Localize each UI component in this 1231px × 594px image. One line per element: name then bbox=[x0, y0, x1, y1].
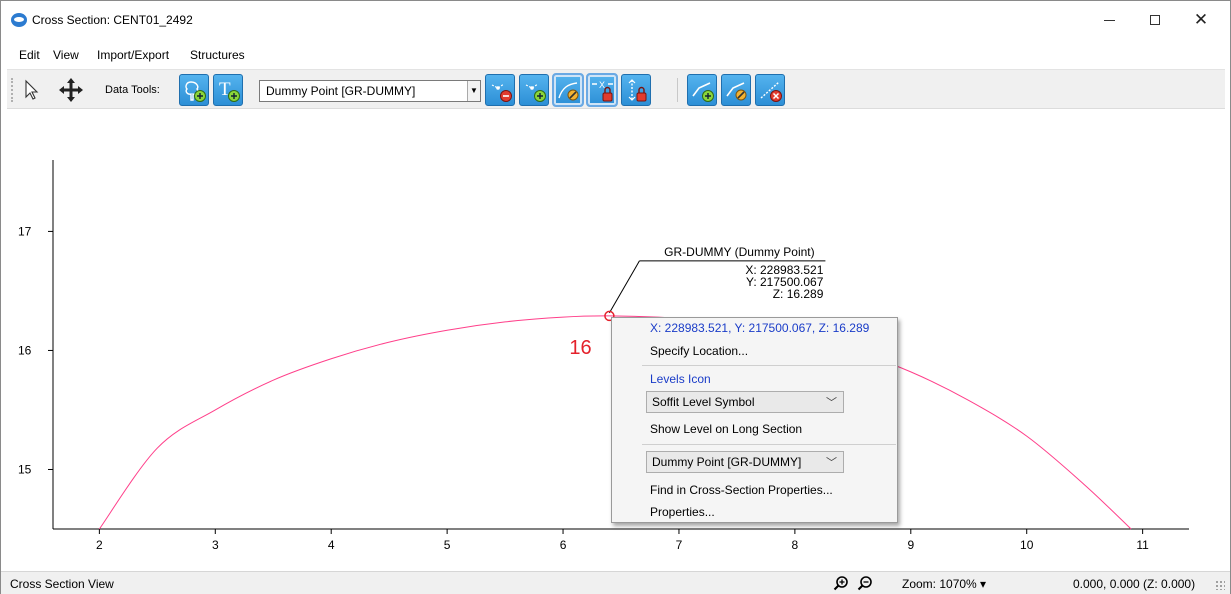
zoom-level-dropdown[interactable]: Zoom: 1070% ▾ bbox=[902, 577, 986, 591]
edit-point-button[interactable] bbox=[552, 73, 584, 107]
x-tick-label: 2 bbox=[96, 538, 103, 552]
selected-point-level-label: 16 bbox=[569, 337, 591, 359]
add-point-icon bbox=[525, 83, 546, 102]
minimize-icon bbox=[1103, 19, 1115, 21]
menu-structures[interactable]: Structures bbox=[190, 48, 245, 62]
maximize-button[interactable] bbox=[1133, 7, 1177, 33]
add-text-button[interactable]: T bbox=[213, 74, 243, 106]
zoom-in-icon[interactable] bbox=[833, 575, 849, 591]
x-tick-label: 11 bbox=[1136, 538, 1149, 552]
ctx-level-symbol-dropdown[interactable]: Soffit Level Symbol ﹀ bbox=[646, 391, 844, 413]
x-tick-label: 10 bbox=[1020, 538, 1034, 552]
select-arrow-icon[interactable] bbox=[18, 76, 46, 104]
delete-point-button[interactable] bbox=[485, 74, 515, 106]
ctx-specify-location[interactable]: Specify Location... bbox=[650, 344, 748, 358]
add-line-button[interactable] bbox=[687, 74, 717, 106]
delete-line-icon bbox=[760, 81, 782, 102]
lock-vertical-button[interactable] bbox=[621, 74, 651, 106]
point-context-menu: X: 228983.521, Y: 217500.067, Z: 16.289 … bbox=[611, 317, 898, 523]
edit-line-button[interactable] bbox=[721, 74, 751, 106]
menu-edit[interactable]: Edit bbox=[19, 48, 40, 62]
x-tick-label: 7 bbox=[676, 538, 683, 552]
x-tick-label: 5 bbox=[444, 538, 451, 552]
delete-line-button[interactable] bbox=[755, 74, 785, 106]
point-type-dropdown[interactable]: Dummy Point [GR-DUMMY] ▼ bbox=[259, 80, 481, 102]
add-tree-point-button[interactable] bbox=[179, 74, 209, 106]
annotation-z-value: Z: 16.289 bbox=[773, 287, 824, 301]
status-bar: Cross Section View Zoom: 1070% ▾ 0.000, … bbox=[1, 571, 1230, 594]
y-tick-label: 16 bbox=[18, 343, 32, 357]
ctx-coordinates[interactable]: X: 228983.521, Y: 217500.067, Z: 16.289 bbox=[650, 321, 869, 335]
annotation-title: GR-DUMMY (Dummy Point) bbox=[664, 245, 814, 259]
zoom-out-icon[interactable] bbox=[857, 575, 873, 591]
add-line-icon bbox=[692, 82, 714, 102]
status-view-name: Cross Section View bbox=[10, 577, 114, 591]
ctx-show-level-long-section[interactable]: Show Level on Long Section bbox=[650, 422, 802, 436]
point-type-value: Dummy Point [GR-DUMMY] bbox=[266, 84, 416, 98]
lock-horizontal-icon: X bbox=[592, 80, 613, 102]
data-tools-label: Data Tools: bbox=[105, 84, 160, 96]
ctx-point-type-dropdown[interactable]: Dummy Point [GR-DUMMY] ﹀ bbox=[646, 451, 844, 473]
window-title: Cross Section: CENT01_2492 bbox=[32, 13, 193, 27]
close-button[interactable]: ✕ bbox=[1179, 7, 1223, 33]
context-menu-gutter bbox=[612, 318, 640, 522]
menu-view[interactable]: View bbox=[53, 48, 79, 62]
ctx-level-symbol-value: Soffit Level Symbol bbox=[652, 395, 755, 409]
ctx-levels-icon-heading: Levels Icon bbox=[650, 372, 711, 386]
svg-text:X: X bbox=[599, 80, 605, 90]
chevron-down-icon: ▼ bbox=[467, 81, 480, 101]
menu-bar: Edit View Import/Export Structures bbox=[1, 45, 1230, 65]
y-tick-label: 17 bbox=[18, 224, 32, 238]
x-tick-label: 3 bbox=[212, 538, 219, 552]
edit-point-icon bbox=[558, 82, 579, 101]
x-tick-label: 9 bbox=[907, 538, 914, 552]
add-point-button[interactable] bbox=[519, 74, 549, 106]
delete-point-icon bbox=[491, 83, 512, 102]
chevron-down-icon: ﹀ bbox=[826, 457, 837, 469]
x-tick-label: 6 bbox=[560, 538, 567, 552]
title-bar[interactable]: Cross Section: CENT01_2492 ✕ bbox=[1, 1, 1230, 39]
ctx-properties[interactable]: Properties... bbox=[650, 505, 715, 519]
x-tick-group: 2 3 4 5 6 7 8 9 10 11 bbox=[96, 529, 1149, 552]
add-text-icon: T bbox=[219, 79, 240, 102]
y-tick-group: 15 16 17 bbox=[18, 224, 53, 476]
add-tree-point-icon bbox=[185, 81, 206, 102]
x-tick-label: 4 bbox=[328, 538, 335, 552]
toolbar-grip[interactable] bbox=[11, 78, 14, 102]
pan-move-icon[interactable] bbox=[57, 76, 85, 104]
ctx-separator bbox=[642, 365, 896, 366]
close-icon: ✕ bbox=[1193, 10, 1209, 29]
cross-section-window: Cross Section: CENT01_2492 ✕ Edit View I… bbox=[0, 0, 1231, 594]
menu-import-export[interactable]: Import/Export bbox=[97, 48, 169, 62]
lock-vertical-icon bbox=[628, 79, 647, 102]
chevron-down-icon: ﹀ bbox=[826, 397, 837, 409]
ctx-find-in-properties[interactable]: Find in Cross-Section Properties... bbox=[650, 483, 833, 497]
y-tick-label: 15 bbox=[18, 462, 32, 476]
annotation-leader-line bbox=[608, 260, 640, 314]
cursor-coordinates: 0.000, 0.000 (Z: 0.000) bbox=[1073, 577, 1196, 591]
app-logo-icon bbox=[11, 13, 27, 27]
maximize-icon bbox=[1150, 15, 1160, 26]
x-tick-label: 8 bbox=[792, 538, 799, 552]
minimize-button[interactable] bbox=[1087, 7, 1131, 33]
resize-grip[interactable] bbox=[1215, 580, 1225, 590]
edit-line-icon bbox=[726, 82, 747, 101]
ctx-point-type-value: Dummy Point [GR-DUMMY] bbox=[652, 455, 802, 469]
toolbar-separator bbox=[677, 78, 678, 102]
lock-horizontal-button[interactable]: X bbox=[586, 73, 618, 107]
ctx-separator bbox=[642, 444, 896, 445]
toolbar: Data Tools: T Dummy Point [GR-DUMMY] ▼ X bbox=[7, 69, 1225, 109]
